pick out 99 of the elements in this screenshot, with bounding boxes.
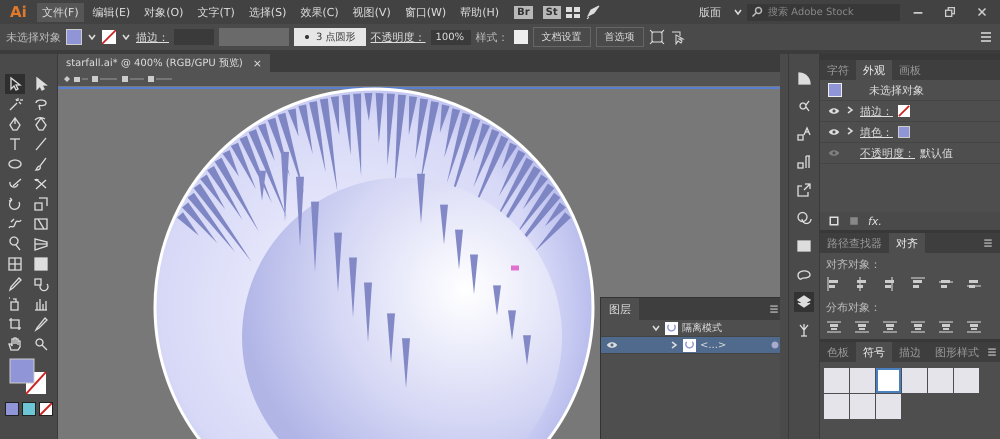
cursor-select-icon[interactable] (670, 29, 686, 45)
dot-icon (304, 34, 310, 40)
symbol-thumbnail[interactable] (824, 394, 849, 419)
chevron-down-icon[interactable] (651, 323, 661, 333)
layer-name: 隔离模式 (682, 322, 722, 335)
square-filled-icon[interactable] (848, 215, 860, 227)
layers-icon[interactable] (794, 292, 814, 312)
panel-tab[interactable]: 符号 (856, 342, 892, 362)
toolbar-button[interactable]: 文档设置 (532, 27, 591, 47)
vertical-scrollbar[interactable] (780, 54, 788, 439)
symbol-thumbnail[interactable] (824, 368, 849, 393)
style-swatch[interactable] (514, 30, 528, 44)
layer-thumbnail-icon (683, 338, 696, 352)
chevron-right-icon[interactable] (845, 104, 855, 114)
panel-tab[interactable]: 图层 (601, 298, 639, 320)
search-icon (751, 6, 763, 18)
layer-name: <...> (700, 340, 726, 350)
symbol-thumbnail[interactable] (850, 368, 875, 393)
chevron-down-icon[interactable] (87, 32, 97, 42)
toolbar-button[interactable]: 首选项 (596, 27, 644, 47)
menu-item[interactable]: 编辑(E) (88, 2, 136, 22)
transform-frame-icon[interactable] (648, 29, 665, 45)
panel-tab[interactable]: 外观 (856, 60, 892, 80)
symbol-thumbnail[interactable] (850, 394, 875, 419)
menu-item[interactable]: 视图(V) (348, 2, 396, 22)
target-circle-icon[interactable] (770, 340, 780, 350)
app-launcher-button[interactable]: St (542, 6, 561, 18)
crystal-ball-drawing[interactable] (154, 88, 594, 439)
panel-tab[interactable]: 色板 (820, 342, 856, 362)
section-label: 分布对象： (825, 300, 882, 315)
symbol-thumbnail[interactable] (902, 368, 927, 393)
effects-button[interactable]: fx. (868, 214, 882, 228)
symbol-thumbnail[interactable] (876, 368, 901, 393)
symbol-thumbnail[interactable] (954, 368, 979, 393)
square-outline-icon[interactable] (828, 215, 840, 227)
panel-tab[interactable]: 路径查找器 (820, 233, 889, 253)
panel-menu-icon[interactable] (982, 237, 994, 249)
appearance-swatch-icon (828, 83, 842, 97)
close-tab-button[interactable]: × (252, 56, 262, 70)
layer-thumbnail-icon (665, 322, 678, 334)
attribute-label[interactable]: 不透明度： (860, 146, 915, 160)
eye-icon[interactable] (828, 105, 840, 117)
opacity-field[interactable]: 100% (430, 30, 471, 44)
distribute-icon[interactable] (938, 319, 954, 335)
menu-item[interactable]: 选择(S) (244, 2, 292, 22)
restore-icon[interactable] (943, 5, 957, 19)
menu-item[interactable]: 效果(C) (295, 2, 344, 22)
menu-item[interactable]: 窗口(W) (400, 2, 452, 22)
chevron-down-icon[interactable] (121, 32, 131, 42)
layer-row[interactable]: <...> (601, 337, 780, 354)
opacity-label[interactable]: 不透明度： (370, 30, 426, 44)
fill-swatch[interactable] (66, 29, 82, 45)
brush-dropdown[interactable]: 3 点圆形 (294, 28, 366, 46)
menu-item[interactable]: 文字(T) (192, 2, 240, 22)
panel-tab[interactable]: 图形样式 (928, 342, 986, 362)
distribute-icon[interactable] (854, 319, 870, 335)
workspace-switcher[interactable]: 版面 (691, 4, 729, 20)
chevron-right-icon[interactable] (845, 126, 855, 136)
symbol-thumbnail[interactable] (928, 368, 953, 393)
distribute-icon[interactable] (882, 319, 898, 335)
no-stroke-swatch[interactable] (898, 105, 910, 117)
close-icon[interactable] (975, 5, 989, 19)
rocket-icon[interactable] (584, 4, 601, 20)
chevron-down-icon[interactable] (733, 7, 743, 17)
stroke-label[interactable]: 描边： (136, 30, 169, 44)
panel-tab[interactable]: 画板 (892, 60, 928, 80)
panel-menu-icon[interactable] (986, 346, 998, 358)
section-label: 对齐对象： (825, 257, 882, 272)
panel-tab[interactable]: 字符 (820, 60, 856, 80)
panel-tab[interactable]: 描边 (892, 342, 928, 362)
menu-item[interactable]: 对象(O) (139, 2, 188, 22)
app-launcher-button[interactable]: Br (514, 6, 533, 18)
search-field[interactable]: 搜索 Adobe Stock (747, 4, 900, 20)
attribute-label[interactable]: 填色： (860, 124, 893, 140)
gradient-mode-swatch[interactable] (22, 402, 36, 416)
style-label: 样式： (476, 30, 509, 44)
appearance-header: 未选择对象 (869, 82, 924, 98)
distribute-icon[interactable] (910, 319, 926, 335)
app-logo: Ai (9, 3, 28, 21)
distribute-icon[interactable] (966, 319, 982, 335)
menu-item[interactable]: 帮助(H) (455, 2, 504, 22)
menu-item[interactable]: 文件(F) (36, 2, 84, 22)
selection-status: 未选择对象 (6, 30, 61, 44)
attribute-value: 默认值 (920, 146, 953, 160)
eye-icon[interactable] (828, 126, 840, 138)
arrange-documents-icon[interactable] (564, 4, 581, 20)
panel-menu-icon[interactable] (768, 303, 780, 315)
chevron-right-icon[interactable] (669, 340, 679, 350)
no-stroke-swatch[interactable] (102, 30, 116, 44)
none-mode-swatch[interactable] (38, 402, 52, 416)
canvas[interactable]: 图层 隔离模式 <...> (58, 86, 780, 439)
fill-swatch[interactable] (898, 126, 910, 138)
symbol-thumbnail[interactable] (876, 394, 901, 419)
distribute-icon[interactable] (826, 319, 842, 335)
panel-tab[interactable]: 对齐 (889, 233, 925, 253)
document-tab[interactable]: starfall.ai* @ 400% (RGB/GPU 预览) × (58, 54, 270, 72)
color-mode-swatch[interactable] (4, 402, 18, 416)
attribute-label[interactable]: 描边： (860, 104, 893, 118)
eye-icon[interactable] (606, 339, 618, 351)
